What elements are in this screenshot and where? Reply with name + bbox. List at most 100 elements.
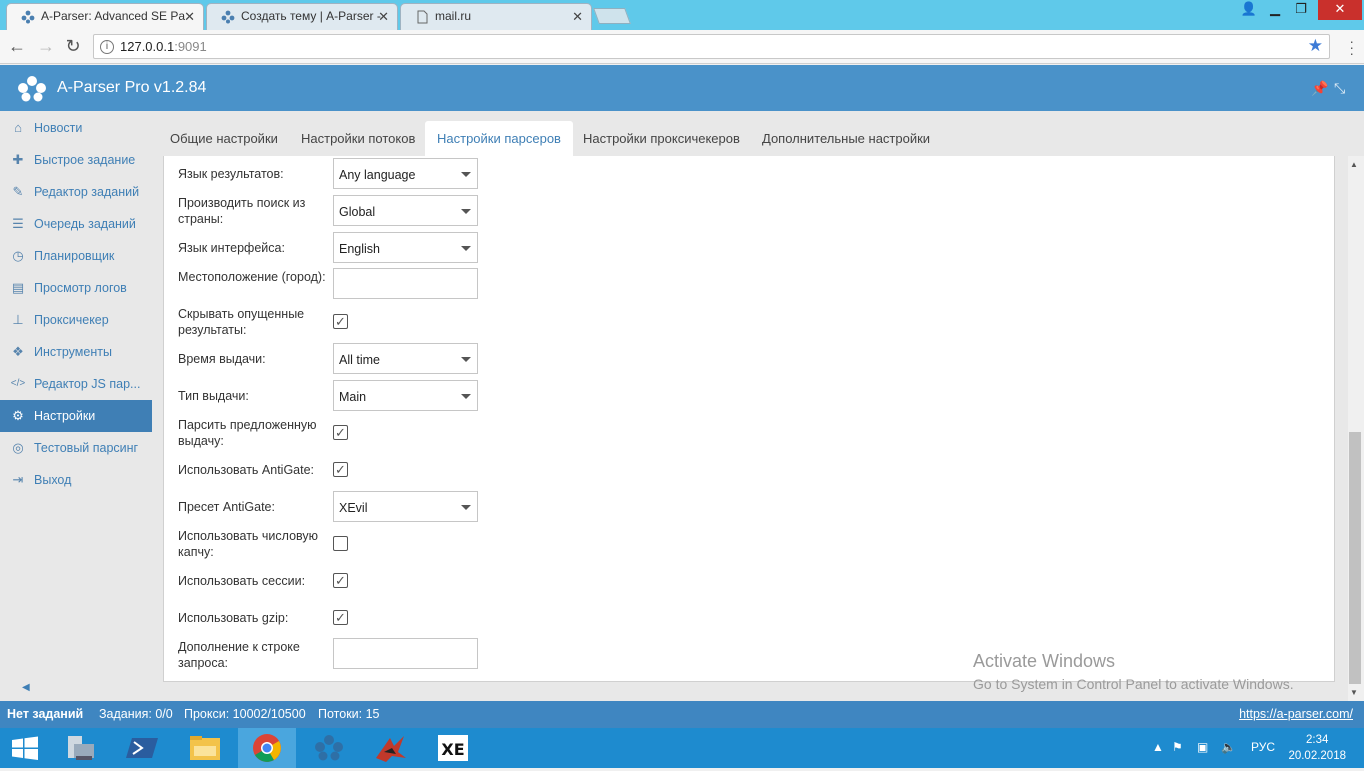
xevil-icon[interactable]: XE: [424, 728, 482, 768]
location-input[interactable]: [333, 268, 478, 299]
close-icon[interactable]: ✕: [572, 4, 583, 29]
close-icon[interactable]: ✕: [184, 4, 195, 29]
gears-icon: ⚙: [12, 408, 24, 423]
parse-suggested-checkbox[interactable]: ✓: [333, 425, 348, 440]
browser-tab-forum[interactable]: Создать тему | A-Parser - ✕: [206, 3, 398, 30]
windows-logo-icon: [12, 736, 38, 760]
hide-omitted-checkbox[interactable]: ✓: [333, 314, 348, 329]
result-type-select[interactable]: Main: [333, 380, 478, 411]
reload-icon[interactable]: ↻: [62, 36, 84, 57]
sidebar-item-task-editor[interactable]: ✎ Редактор заданий: [0, 176, 152, 208]
browser-tab-aparser[interactable]: A-Parser: Advanced SE Pa ✕: [6, 3, 204, 30]
sidebar-item-label: Планировщик: [34, 249, 115, 263]
location-label: Местоположение (город):: [178, 270, 326, 284]
tab-parser-settings[interactable]: Настройки парсеров: [425, 121, 573, 156]
file-explorer-icon[interactable]: [176, 728, 234, 768]
use-sessions-label: Использовать сессии:: [178, 574, 306, 588]
sidebar-item-task-queue[interactable]: ☰ Очередь заданий: [0, 208, 152, 240]
powershell-glyph: [126, 738, 158, 758]
compress-icon[interactable]: ⤡: [1334, 80, 1345, 97]
tab-proxychecker-settings[interactable]: Настройки проксичекеров: [571, 121, 752, 156]
status-proxies: Прокси: 10002/10500: [184, 707, 306, 721]
parse-suggested-label: Парсить предложенную выдачу:: [178, 418, 317, 448]
list-icon: ☰: [12, 216, 24, 231]
sidebar-item-logs[interactable]: ▤ Просмотр логов: [0, 272, 152, 304]
query-suffix-input[interactable]: [333, 638, 478, 669]
window-close-button[interactable]: ✕: [1318, 0, 1362, 20]
back-arrow-icon[interactable]: ←: [6, 36, 28, 57]
aparser-icon: [221, 10, 235, 24]
forward-arrow-icon[interactable]: →: [35, 36, 57, 57]
scrollbar-thumb[interactable]: [1349, 432, 1361, 684]
restore-button[interactable]: ❐: [1288, 0, 1314, 20]
sidebar-item-test-parsing[interactable]: ◎ Тестовый парсинг: [0, 432, 152, 464]
new-tab-button[interactable]: [593, 8, 631, 24]
status-tasks: Задания: 0/0: [99, 707, 173, 721]
scroll-down-arrow-icon[interactable]: ▼: [1350, 688, 1358, 697]
server-manager-icon[interactable]: [52, 728, 110, 768]
interface-language-select[interactable]: English: [333, 232, 478, 263]
use-gzip-checkbox[interactable]: ✓: [333, 610, 348, 625]
sidebar-item-label: Настройки: [34, 409, 96, 423]
action-center-icon[interactable]: ⚑: [1172, 740, 1183, 754]
hide-omitted-label: Скрывать опущенные результаты:: [178, 307, 305, 337]
aparser-glyph: [315, 735, 343, 761]
sidebar-item-logout[interactable]: ⇥ Выход: [0, 464, 152, 496]
bookmark-star-icon[interactable]: ★: [1308, 36, 1323, 56]
start-button[interactable]: [0, 728, 50, 768]
tab-thread-settings[interactable]: Настройки потоков: [289, 121, 427, 156]
use-antigate-checkbox[interactable]: ✓: [333, 462, 348, 477]
chrome-glyph: [253, 734, 281, 762]
sign-out-icon: ⇥: [12, 472, 24, 487]
sidebar-item-quick-task[interactable]: ✚ Быстрое задание: [0, 144, 152, 176]
activate-windows-watermark: Activate Windows Go to System in Control…: [973, 651, 1294, 692]
aparser-icon: [21, 10, 35, 24]
tab-additional-settings[interactable]: Дополнительные настройки: [750, 121, 942, 156]
browser-tabstrip: A-Parser: Advanced SE Pa ✕ Создать тему …: [0, 0, 1364, 30]
query-suffix-label: Дополнение к строке запроса:: [178, 640, 300, 670]
antigate-preset-select[interactable]: XEvil: [333, 491, 478, 522]
menu-dots-icon[interactable]: · · ·: [1349, 34, 1354, 60]
bird-app-icon[interactable]: [362, 728, 420, 768]
sidebar-item-proxychecker[interactable]: ⊥ Проксичекер: [0, 304, 152, 336]
tab-general-settings[interactable]: Общие настройки: [158, 121, 290, 156]
collapse-sidebar-icon[interactable]: ◀: [22, 682, 30, 693]
results-language-select[interactable]: Any language: [333, 158, 478, 189]
address-bar: ← → ↻ i 127.0.0.1:9091 ★ · · ·: [0, 30, 1364, 64]
search-country-select[interactable]: Global: [333, 195, 478, 226]
volume-icon[interactable]: 🔈: [1221, 740, 1236, 754]
sidebar-item-label: Новости: [34, 121, 83, 135]
sidebar-item-settings[interactable]: ⚙ Настройки: [0, 400, 152, 432]
use-sessions-checkbox[interactable]: ✓: [333, 573, 348, 588]
input-language[interactable]: РУС: [1251, 740, 1275, 754]
system-clock[interactable]: 2:34 20.02.2018: [1288, 732, 1346, 764]
numeric-captcha-checkbox[interactable]: [333, 536, 348, 551]
sidebar-item-label: Выход: [34, 473, 72, 487]
info-icon[interactable]: i: [100, 40, 114, 54]
url-input[interactable]: i 127.0.0.1:9091 ★: [93, 34, 1330, 59]
scroll-up-arrow-icon[interactable]: ▲: [1350, 160, 1358, 169]
chrome-icon[interactable]: [238, 728, 296, 768]
pin-icon[interactable]: 📌: [1311, 80, 1328, 97]
aparser-taskbar-icon[interactable]: [300, 728, 358, 768]
sidebar-item-news[interactable]: ⌂ Новости: [0, 112, 152, 144]
sidebar-item-label: Инструменты: [34, 345, 112, 359]
sidebar-item-label: Редактор JS пар...: [34, 377, 141, 391]
code-icon: </>: [10, 378, 26, 389]
user-icon[interactable]: 👤: [1236, 0, 1262, 20]
powershell-icon[interactable]: [114, 728, 172, 768]
network-icon[interactable]: ▣: [1197, 740, 1208, 754]
folder-glyph: [190, 736, 220, 760]
sidebar-item-js-editor[interactable]: </> Редактор JS пар...: [0, 368, 152, 400]
sidebar-item-scheduler[interactable]: ◷ Планировщик: [0, 240, 152, 272]
sidebar-item-tools[interactable]: ❖ Инструменты: [0, 336, 152, 368]
browser-tab-mailru[interactable]: mail.ru ✕: [400, 3, 592, 30]
close-icon[interactable]: ✕: [378, 4, 389, 29]
time-range-select[interactable]: All time: [333, 343, 478, 374]
aparser-logo-icon: [18, 76, 46, 102]
minimize-button[interactable]: ▁: [1262, 0, 1288, 20]
settings-tabs: Общие настройки Настройки потоков Настро…: [152, 111, 1364, 156]
aparser-site-link[interactable]: https://a-parser.com/: [1239, 701, 1353, 728]
tray-expand-icon[interactable]: ▲: [1152, 740, 1164, 754]
bullseye-icon: ◎: [12, 440, 24, 455]
